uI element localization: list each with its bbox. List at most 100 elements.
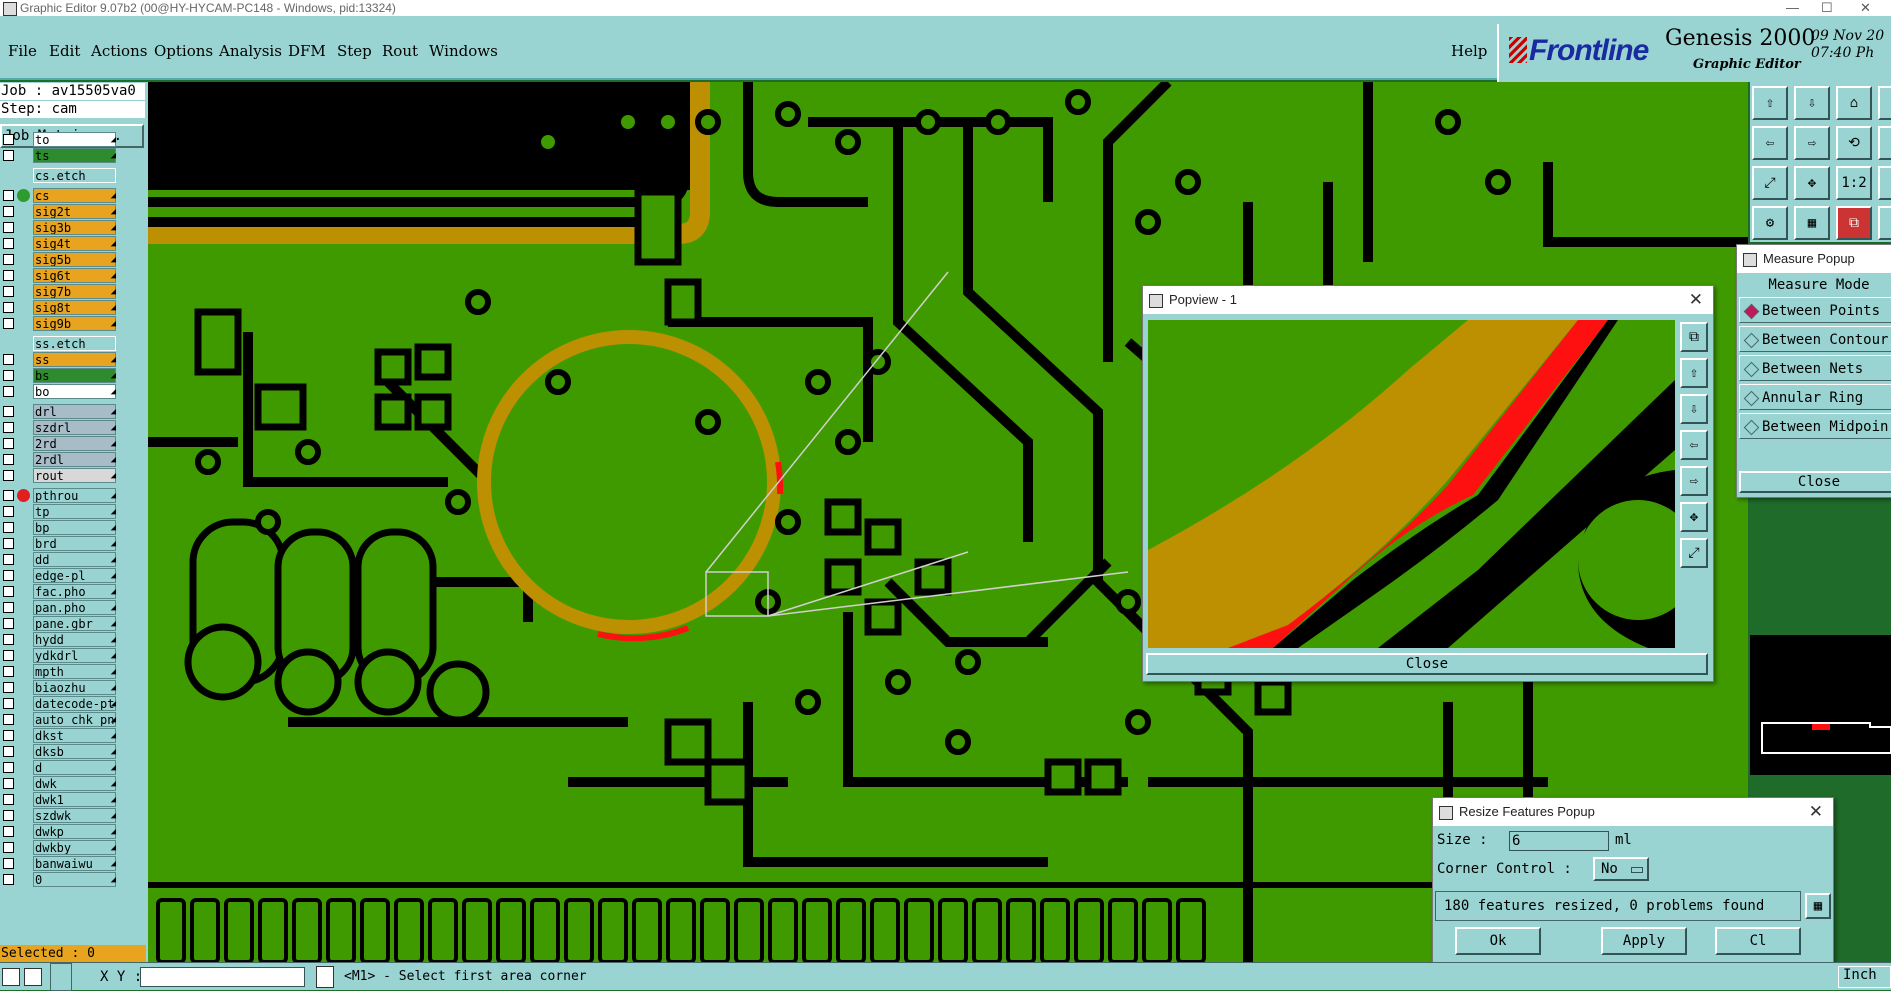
popview-up-icon[interactable]: ⇧ [1680,358,1708,388]
layer-menu-arrow-icon[interactable]: ◢ [111,455,116,465]
layer-menu-arrow-icon[interactable]: ◢ [111,255,116,265]
layer-row[interactable]: banwaiwu ◢ [0,856,118,871]
layer-checkbox[interactable] [3,190,14,201]
layer-row[interactable]: 2rdl ◢ [0,452,118,467]
layer-checkbox[interactable] [3,454,14,465]
layer-menu-arrow-icon[interactable]: ◢ [111,859,116,869]
layer-checkbox[interactable] [3,318,14,329]
layer-name[interactable]: dd [33,552,116,567]
minimap[interactable] [1750,635,1891,775]
menu-dfm[interactable]: DFM [288,42,326,60]
layer-row[interactable]: sig4t ◢ [0,236,118,251]
layer-menu-arrow-icon[interactable]: ◢ [111,507,116,517]
layer-row[interactable]: mpth ◢ [0,664,118,679]
layer-checkbox[interactable] [3,570,14,581]
fit-view-icon[interactable]: ▣ [1878,86,1891,120]
menu-step[interactable]: Step [337,42,372,60]
measure-popup-title-bar[interactable]: Measure Popup [1737,245,1891,273]
resize-apply-button[interactable]: Apply [1601,927,1687,955]
corner-control-select[interactable]: No [1593,857,1649,881]
popview-fit-icon[interactable]: ⧉ [1680,322,1708,352]
menu-rout[interactable]: Rout [382,42,418,60]
layer-name[interactable]: 2rdl [33,452,116,467]
menu-edit[interactable]: Edit [49,42,80,60]
layer-menu-arrow-icon[interactable]: ◢ [111,207,116,217]
layer-name[interactable]: 2rd [33,436,116,451]
layer-name[interactable]: szdrl [33,420,116,435]
resize-ok-button[interactable]: Ok [1455,927,1541,955]
layer-row[interactable]: pan.pho ◢ [0,600,118,615]
popview-close-icon[interactable]: ✕ [1689,286,1703,314]
layer-menu-arrow-icon[interactable]: ◢ [111,667,116,677]
layer-checkbox[interactable] [3,554,14,565]
maximize-button[interactable]: ☐ [1821,0,1833,16]
layer-menu-arrow-icon[interactable]: ◢ [111,843,116,853]
zoom-down-icon[interactable]: ⇩ [1794,86,1830,120]
layer-name[interactable]: sig2t [33,204,116,219]
layer-checkbox[interactable] [3,222,14,233]
layer-name[interactable]: tp [33,504,116,519]
layer-row[interactable]: sig6t ◢ [0,268,118,283]
layer-checkbox[interactable] [3,270,14,281]
layer-row[interactable]: dwkp ◢ [0,824,118,839]
menu-actions[interactable]: Actions [91,42,147,60]
layer-name[interactable]: brd [33,536,116,551]
layer-menu-arrow-icon[interactable]: ◢ [111,135,116,145]
popview-title-bar[interactable]: Popview - 1 ✕ [1143,286,1713,314]
resize-close-button[interactable]: Cl [1715,927,1801,955]
layer-checkbox[interactable] [3,666,14,677]
home-view-icon[interactable]: ⌂ [1836,86,1872,120]
layer-name[interactable]: sig5b [33,252,116,267]
menu-help[interactable]: Help [1451,42,1487,60]
pan-right-icon[interactable]: ⇨ [1794,126,1830,160]
grid-icon[interactable]: ▦ [1794,206,1830,240]
layer-menu-arrow-icon[interactable]: ◢ [111,271,116,281]
layer-row[interactable]: sig2t ◢ [0,204,118,219]
units-indicator[interactable]: Inch [1838,966,1891,988]
layer-name[interactable]: bo [33,384,116,399]
layer-row[interactable]: datecode-pt ◢ [0,696,118,711]
layer-menu-arrow-icon[interactable]: ◢ [111,571,116,581]
layer-name[interactable]: mpth [33,664,116,679]
layer-menu-arrow-icon[interactable]: ◢ [111,491,116,501]
close-window-button[interactable]: ✕ [1860,0,1871,16]
snap-mode-icon[interactable] [24,968,42,986]
layer-checkbox[interactable] [3,406,14,417]
layer-menu-arrow-icon[interactable]: ◢ [111,619,116,629]
layer-name[interactable]: drl [33,404,116,419]
layer-menu-arrow-icon[interactable]: ◢ [111,875,116,885]
layer-checkbox[interactable] [3,698,14,709]
popview-close-button[interactable]: Close [1146,653,1708,675]
popview-right-icon[interactable]: ⇨ [1680,466,1708,496]
layer-name[interactable]: ts [33,148,116,163]
layer-menu-arrow-icon[interactable]: ◢ [111,223,116,233]
layer-row[interactable]: dd ◢ [0,552,118,567]
layer-name[interactable]: pane.gbr [33,616,116,631]
layer-checkbox[interactable] [3,150,14,161]
layer-row[interactable]: d ◢ [0,760,118,775]
layer-name[interactable]: auto_chk_pn [33,712,116,727]
popview-down-icon[interactable]: ⇩ [1680,394,1708,424]
settings-icon[interactable]: ⚙ [1752,206,1788,240]
layer-row[interactable]: biaozhu ◢ [0,680,118,695]
layer-name[interactable]: sig6t [33,268,116,283]
layer-row[interactable]: to ◢ [0,132,118,147]
grid-toggle-icon[interactable]: ⊞ [1878,126,1891,160]
zoom-in-icon[interactable]: ⤢ [1752,166,1788,200]
layer-row[interactable]: pthrou ◢ [0,488,118,503]
layer-checkbox[interactable] [3,810,14,821]
measure-option[interactable]: Between Nets [1739,355,1891,381]
layer-name[interactable]: ydkdrl [33,648,116,663]
layer-name[interactable]: sig3b [33,220,116,235]
menu-analysis[interactable]: Analysis [219,42,282,60]
layer-name[interactable]: cs [33,188,116,203]
zoom-box-icon[interactable]: ⊡ [1878,166,1891,200]
layer-name[interactable]: sig4t [33,236,116,251]
layer-row[interactable]: bs ◢ [0,368,118,383]
layer-name[interactable]: bs [33,368,116,383]
layer-checkbox[interactable] [3,602,14,613]
layer-name[interactable]: hydd [33,632,116,647]
layer-menu-arrow-icon[interactable]: ◢ [111,763,116,773]
cursor-mode-icon[interactable] [2,968,20,986]
layer-row[interactable]: sig3b ◢ [0,220,118,235]
